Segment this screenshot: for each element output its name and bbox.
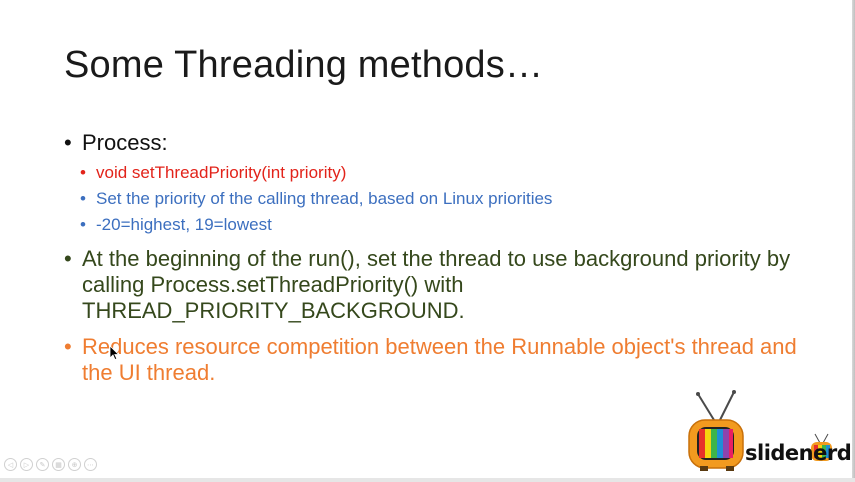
sub-bullet-list: • void setThreadPriority(int priority) •… bbox=[64, 160, 824, 238]
sub-bullet-description: • Set the priority of the calling thread… bbox=[64, 186, 824, 212]
mouse-cursor-icon bbox=[109, 346, 119, 360]
bullet-marker: • bbox=[64, 130, 72, 155]
bullet-marker: • bbox=[64, 334, 72, 359]
previous-slide-icon[interactable]: ◁ bbox=[4, 458, 17, 471]
bullet-marker: • bbox=[80, 215, 86, 234]
slides-grid-icon[interactable]: ▦ bbox=[52, 458, 65, 471]
bullet-process: • Process: bbox=[64, 130, 824, 156]
next-slide-icon[interactable]: ▷ bbox=[20, 458, 33, 471]
bullet-text: Reduces resource competition between the… bbox=[82, 334, 797, 385]
sub-bullet-text: void setThreadPriority(int priority) bbox=[96, 163, 347, 182]
bullet-resource-competition: • Reduces resource competition between t… bbox=[64, 334, 824, 386]
bullet-marker: • bbox=[80, 163, 86, 182]
slide-title: Some Threading methods… bbox=[64, 44, 544, 86]
more-options-icon[interactable]: ⋯ bbox=[84, 458, 97, 471]
slideshow-controls: ◁ ▷ ✎ ▦ ⊕ ⋯ bbox=[4, 458, 97, 471]
bottom-edge bbox=[0, 478, 855, 482]
bullet-marker: • bbox=[80, 189, 86, 208]
brand-logo-text: slidenerd bbox=[745, 441, 852, 465]
sub-bullet-text: -20=highest, 19=lowest bbox=[96, 215, 272, 234]
zoom-icon[interactable]: ⊕ bbox=[68, 458, 81, 471]
bullet-text: At the beginning of the run(), set the t… bbox=[82, 246, 791, 323]
bullet-list: • Process: • void setThreadPriority(int … bbox=[64, 128, 824, 386]
pen-icon[interactable]: ✎ bbox=[36, 458, 49, 471]
sub-bullet-signature: • void setThreadPriority(int priority) bbox=[64, 160, 824, 186]
bullet-marker: • bbox=[64, 246, 72, 271]
bullet-background-priority: • At the beginning of the run(), set the… bbox=[64, 246, 824, 324]
slide: Some Threading methods… • Process: • voi… bbox=[0, 0, 855, 482]
sub-bullet-text: Set the priority of the calling thread, … bbox=[96, 189, 553, 208]
bullet-text: Process: bbox=[82, 130, 168, 155]
sub-bullet-range: • -20=highest, 19=lowest bbox=[64, 212, 824, 238]
